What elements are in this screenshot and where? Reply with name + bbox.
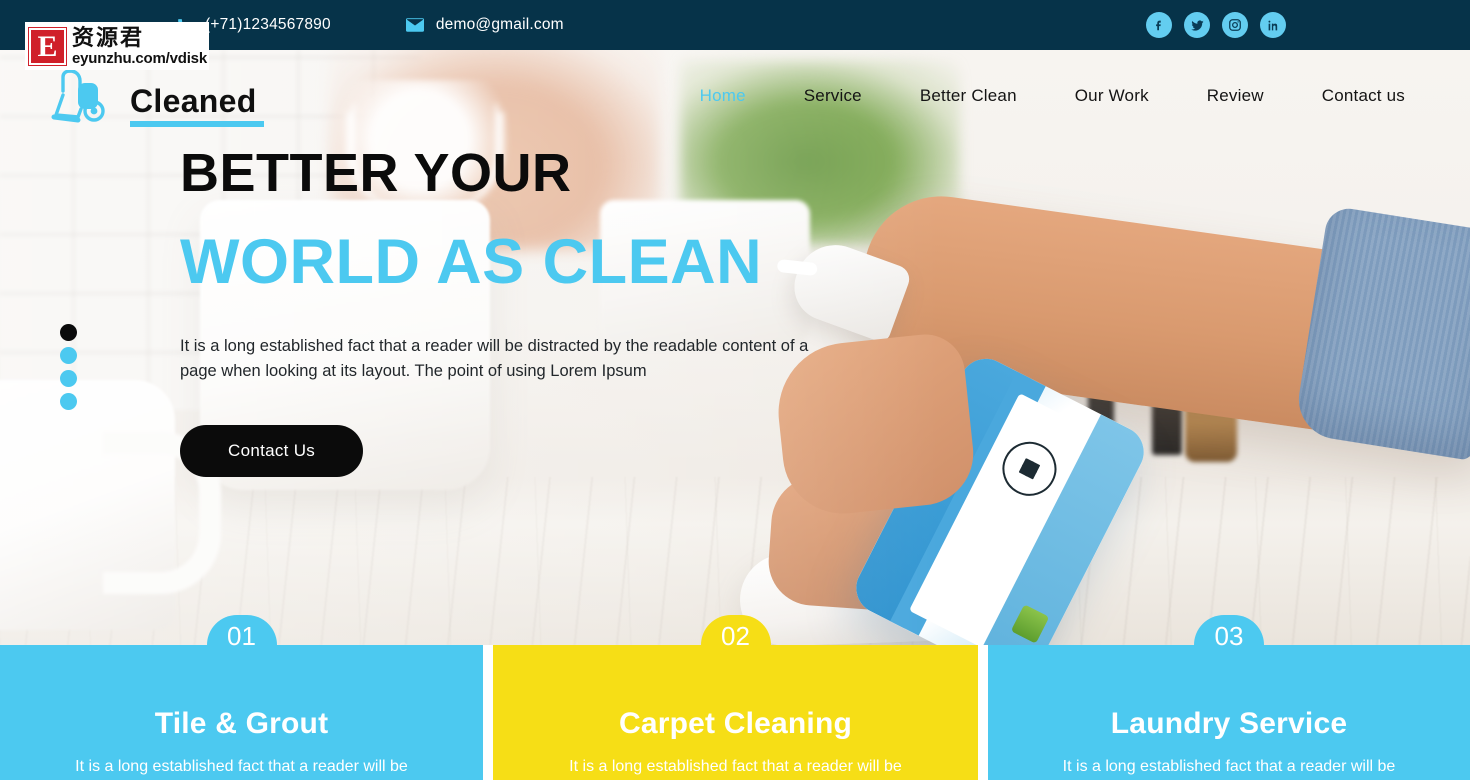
vacuum-cleaner-icon bbox=[48, 65, 122, 127]
watermark-badge: E bbox=[28, 26, 67, 66]
top-contact-bar: (+71)1234567890 demo@gmail.com bbox=[0, 0, 1470, 50]
service-title-3: Laundry Service bbox=[1110, 707, 1348, 740]
service-number-3: 03 bbox=[1214, 621, 1244, 651]
service-title-1: Tile & Grout bbox=[154, 707, 329, 740]
linkedin-icon[interactable] bbox=[1260, 12, 1286, 38]
slider-dot-4[interactable] bbox=[60, 393, 77, 410]
hero-paragraph: It is a long established fact that a rea… bbox=[180, 336, 809, 381]
nav-item-service[interactable]: Service bbox=[775, 86, 891, 106]
phone-number: (+71)1234567890 bbox=[205, 16, 331, 33]
service-card-2[interactable]: 02 Carpet Cleaning It is a long establis… bbox=[493, 615, 978, 780]
slider-dots bbox=[60, 324, 77, 416]
main-navbar: Cleaned Home Service Better Clean Our Wo… bbox=[0, 50, 1470, 142]
watermark-overlay: E 资源君 eyunzhu.com/vdisk bbox=[25, 22, 209, 70]
nav-item-our-work[interactable]: Our Work bbox=[1046, 86, 1178, 106]
slider-dot-3[interactable] bbox=[60, 370, 77, 387]
hero-headline-secondary: WORLD AS CLEAN bbox=[180, 227, 763, 298]
envelope-icon bbox=[406, 16, 425, 35]
nav-item-review[interactable]: Review bbox=[1178, 86, 1293, 106]
service-number-1: 01 bbox=[227, 621, 256, 651]
brand-name-text: Cleaned bbox=[130, 83, 257, 119]
nav-item-better-clean[interactable]: Better Clean bbox=[891, 86, 1046, 106]
service-cards: 01 Tile & Grout It is a long established… bbox=[0, 615, 1470, 780]
brand-logo[interactable]: Cleaned bbox=[0, 65, 264, 127]
service-card-1[interactable]: 01 Tile & Grout It is a long established… bbox=[0, 615, 483, 780]
service-description-1: It is a long established fact that a rea… bbox=[75, 758, 408, 775]
email-contact[interactable]: demo@gmail.com bbox=[406, 16, 564, 35]
watermark-title: 资源君 bbox=[72, 24, 145, 51]
facebook-icon[interactable] bbox=[1146, 12, 1172, 38]
nav-links: Home Service Better Clean Our Work Revie… bbox=[671, 86, 1470, 106]
watermark-text: 资源君 eyunzhu.com/vdisk bbox=[72, 27, 207, 66]
service-title-2: Carpet Cleaning bbox=[618, 707, 853, 740]
social-links bbox=[1146, 12, 1470, 38]
watermark-url: eyunzhu.com/vdisk bbox=[72, 49, 207, 67]
email-address: demo@gmail.com bbox=[435, 16, 564, 33]
service-number-2: 02 bbox=[721, 621, 750, 651]
service-description-3: It is a long established fact that a rea… bbox=[1062, 758, 1396, 775]
slider-dot-1[interactable] bbox=[60, 324, 77, 341]
nav-item-home[interactable]: Home bbox=[671, 86, 775, 106]
hero-headline-primary: BETTER YOUR bbox=[180, 143, 572, 203]
contact-us-button[interactable]: Contact Us bbox=[180, 425, 364, 478]
brand-name: Cleaned bbox=[130, 83, 264, 127]
instagram-icon[interactable] bbox=[1222, 12, 1248, 38]
brand-underline bbox=[130, 121, 264, 127]
nav-item-contact-us[interactable]: Contact us bbox=[1293, 86, 1434, 106]
service-description-2: It is a long established fact that a rea… bbox=[569, 758, 902, 775]
hero-content: BETTER YOUR WORLD AS CLEAN It is a long … bbox=[180, 143, 880, 478]
service-card-3[interactable]: 03 Laundry Service It is a long establis… bbox=[988, 615, 1470, 780]
slider-dot-2[interactable] bbox=[60, 347, 77, 364]
twitter-icon[interactable] bbox=[1184, 12, 1210, 38]
